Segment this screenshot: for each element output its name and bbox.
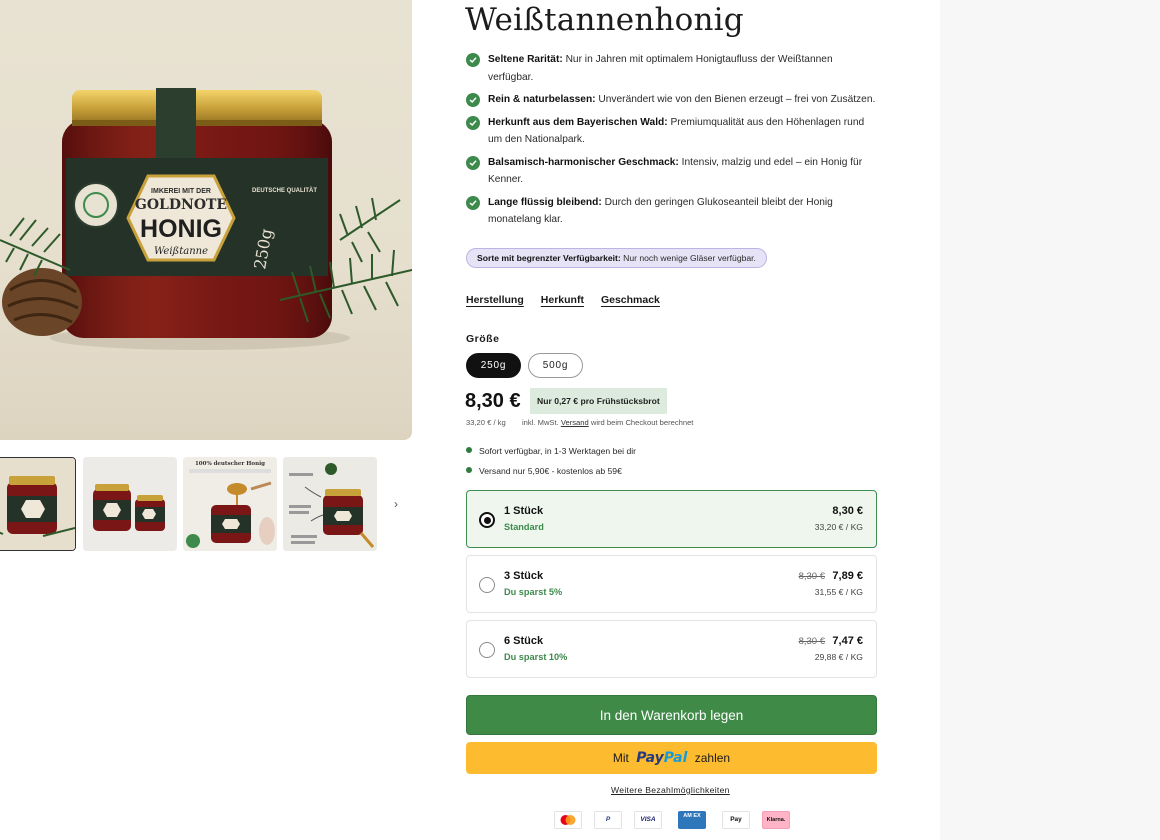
feature-heading: Seltene Rarität: <box>488 54 563 65</box>
shipping-cost-text: Versand nur 5,90€ - kostenlos ab 59€ <box>479 466 622 476</box>
thumbnail-jar-image <box>0 458 75 550</box>
quantity-option-6[interactable]: 6 Stück Du sparst 10% 8,30 € 7,47 € 29,8… <box>466 620 877 678</box>
size-option-250g[interactable]: 250g <box>466 353 521 378</box>
quantity-title: 3 Stück <box>504 570 544 582</box>
jar-label-name: HONIG <box>140 215 222 243</box>
availability-line: Sofort verfügbar, in 1-3 Werktagen bei d… <box>466 446 636 456</box>
shipping-cost-line: Versand nur 5,90€ - kostenlos ab 59€ <box>466 466 622 476</box>
thumbnail-strip: 100% deutscher Honig › <box>0 457 412 552</box>
feature-item: Lange flüssig bleibend: Durch den gering… <box>466 194 877 229</box>
quantity-old-price: 8,30 € <box>798 636 825 647</box>
check-circle-icon <box>466 53 480 67</box>
main-product-image[interactable]: IMKEREI MIT DER GOLDNOTE HONIG Weißtanne… <box>0 0 412 440</box>
availability-notice-badge: Sorte mit begrenzter Verfügbarkeit: Nur … <box>466 248 767 268</box>
availability-text: Sofort verfügbar, in 1-3 Werktagen bei d… <box>479 446 636 456</box>
check-circle-icon <box>466 93 480 107</box>
check-circle-icon <box>466 195 480 210</box>
klarna-icon: Klarna. <box>762 811 790 829</box>
feature-heading: Herkunft aus dem Bayerischen Wald: <box>488 116 668 128</box>
quantity-price: 7,89 € <box>832 570 863 582</box>
check-circle-icon <box>466 115 480 130</box>
quantity-unit-price: 31,55 € / KG <box>814 587 863 597</box>
add-to-cart-button[interactable]: In den Warenkorb legen <box>466 695 877 735</box>
feature-item: Seltene Rarität: Nur in Jahren mit optim… <box>466 51 877 86</box>
thumbnail-3[interactable]: 100% deutscher Honig <box>183 457 277 551</box>
quantity-title: 1 Stück <box>504 505 544 517</box>
paypal-prefix: Mit <box>612 751 629 765</box>
info-tabs: Herstellung Herkunft Geschmack <box>466 294 677 306</box>
product-title: Weißtannenhonig <box>465 2 744 38</box>
notice-text: Nur noch wenige Gläser verfügbar. <box>620 253 756 263</box>
page-right-gutter <box>940 0 1160 840</box>
quantity-old-price: 8,30 € <box>798 571 825 582</box>
honey-jar-image: IMKEREI MIT DER GOLDNOTE HONIG Weißtanne… <box>0 88 412 350</box>
shipping-link[interactable]: Versand <box>561 418 589 427</box>
feature-text: Unverändert wie von den Bienen erzeugt –… <box>595 94 876 105</box>
quantity-title: 6 Stück <box>504 635 544 647</box>
feature-item: Rein & naturbelassen: Unverändert wie vo… <box>466 91 877 109</box>
feature-heading: Balsamisch-harmonischer Geschmack: <box>488 156 679 168</box>
paypal-icon: P <box>594 811 622 829</box>
product-gallery: IMKEREI MIT DER GOLDNOTE HONIG Weißtanne… <box>0 0 412 840</box>
jar-label-side: DEUTSCHE QUALITÄT <box>252 187 317 194</box>
quantity-subtitle: Du sparst 10% <box>504 652 568 662</box>
feature-heading: Rein & naturbelassen: <box>488 94 596 105</box>
thumbnail-4[interactable] <box>283 457 377 551</box>
jar-label-top: IMKEREI MIT DER <box>151 188 211 195</box>
quantity-unit-price: 33,20 € / KG <box>814 522 863 532</box>
tab-herstellung[interactable]: Herstellung <box>466 294 524 306</box>
radio-selected-icon[interactable] <box>479 512 495 528</box>
quantity-option-3[interactable]: 3 Stück Du sparst 5% 8,30 € 7,89 € 31,55… <box>466 555 877 613</box>
quantity-option-1[interactable]: 1 Stück Standard 8,30 € 33,20 € / KG <box>466 490 877 548</box>
size-label: Größe <box>466 333 500 345</box>
unit-price: 33,20 € / kg <box>466 418 506 427</box>
jar-label-variety: Weißtanne <box>154 246 208 257</box>
more-payment-options-link[interactable]: Weitere Bezahlmöglichkeiten <box>611 785 730 795</box>
thumbnail-2[interactable] <box>83 457 177 551</box>
visa-icon: VISA <box>634 811 662 829</box>
apple-pay-icon: Pay <box>722 811 750 829</box>
tax-note-prefix: inkl. MwSt. <box>522 418 559 427</box>
tab-geschmack[interactable]: Geschmack <box>601 294 660 306</box>
status-dot-icon <box>466 467 472 473</box>
tab-herkunft[interactable]: Herkunft <box>541 294 584 306</box>
quantity-unit-price: 29,88 € / KG <box>814 652 863 662</box>
tax-note-suffix: wird beim Checkout berechnet <box>590 418 694 427</box>
mastercard-icon <box>554 811 582 829</box>
radio-unselected-icon[interactable] <box>479 577 495 593</box>
thumbnail-next-chevron-icon[interactable]: › <box>388 495 404 513</box>
notice-heading: Sorte mit begrenzter Verfügbarkeit: <box>477 253 621 263</box>
thumbnail-1[interactable] <box>0 457 76 551</box>
paypal-logo: PayPal <box>636 750 687 766</box>
check-circle-icon <box>466 155 480 170</box>
thumbnail-honey-dipper-image: 100% deutscher Honig <box>183 457 277 551</box>
tax-note: inkl. MwSt. Versand wird beim Checkout b… <box>522 418 693 427</box>
price-per-serving-badge: Nur 0,27 € pro Frühstücksbrot <box>530 388 667 414</box>
product-price: 8,30 € <box>465 390 521 412</box>
paypal-suffix: zahlen <box>694 751 731 765</box>
radio-unselected-icon[interactable] <box>479 642 495 658</box>
paypal-logo-pal: Pal <box>663 750 688 766</box>
quantity-subtitle: Du sparst 5% <box>504 587 563 597</box>
paypal-logo-pay: Pay <box>636 750 664 766</box>
thumbnail-3-title: 100% deutscher Honig <box>195 461 265 467</box>
feature-item: Herkunft aus dem Bayerischen Wald: Premi… <box>466 114 877 149</box>
paypal-checkout-button[interactable]: Mit PayPal zahlen <box>466 742 877 774</box>
jar-label-brand: GOLDNOTE <box>135 197 227 213</box>
feature-list: Seltene Rarität: Nur in Jahren mit optim… <box>466 51 877 234</box>
thumbnail-two-jars-image <box>83 457 177 551</box>
status-dot-icon <box>466 447 472 453</box>
quantity-price: 7,47 € <box>832 635 863 647</box>
quantity-subtitle: Standard <box>504 522 544 532</box>
thumbnail-infographic-image <box>283 457 377 551</box>
feature-item: Balsamisch-harmonischer Geschmack: Inten… <box>466 154 877 189</box>
feature-heading: Lange flüssig bleibend: <box>488 196 602 208</box>
size-option-500g[interactable]: 500g <box>528 353 583 378</box>
amex-icon: AM EX <box>678 811 706 829</box>
quantity-price: 8,30 € <box>832 505 863 517</box>
